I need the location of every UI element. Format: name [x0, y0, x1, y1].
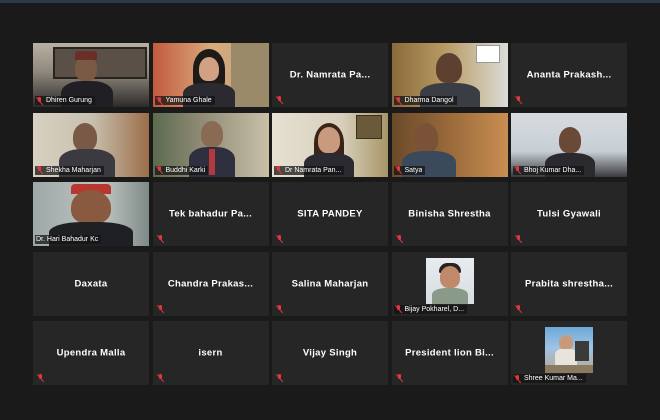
- participant-tile[interactable]: Shree Kumar Ma...: [511, 321, 627, 385]
- mic-off-icon: [157, 304, 165, 313]
- participant-tile[interactable]: Dr. Namrata Pa...: [272, 43, 388, 107]
- participant-name: Daxata: [74, 278, 108, 289]
- participant-name: Tulsi Gyawali: [537, 208, 601, 220]
- participant-tile[interactable]: Upendra Malla: [33, 321, 149, 385]
- participant-tile[interactable]: Binisha Shrestha: [391, 182, 508, 246]
- mic-off-icon: [515, 235, 523, 243]
- mic-off-icon: [157, 374, 165, 382]
- participant-tile[interactable]: Bhoj Kumar Dha...: [511, 112, 627, 177]
- participant-name-label: Buddhi Karki: [154, 165, 209, 175]
- participant-name: Binisha Shrestha: [408, 208, 491, 220]
- gallery-view: Dhiren Gurung Yamuna Ghale Dr. Namrata P…: [33, 43, 627, 385]
- mic-off-icon: [514, 374, 522, 383]
- participant-name: Vijay Singh: [302, 347, 358, 359]
- participant-tile-active-speaker[interactable]: Dr. Hari Bahadur Kc: [33, 182, 149, 246]
- window-top-bar: [0, 0, 660, 3]
- profile-photo: [425, 257, 474, 304]
- participant-name: Dr. Namrata Pa...: [289, 69, 371, 81]
- mic-off-icon: [514, 166, 522, 174]
- participant-tile[interactable]: Shekha Maharjan: [33, 112, 149, 177]
- participant-name: isern: [198, 347, 223, 359]
- participant-tile[interactable]: Yamuna Ghale: [152, 43, 269, 107]
- mic-off-icon: [395, 305, 403, 313]
- participant-tile[interactable]: Satya: [391, 112, 508, 177]
- mic-off-icon: [276, 96, 284, 104]
- participant-name-label: Dhiren Gurung: [35, 96, 95, 105]
- participant-name: Salina Maharjan: [291, 278, 369, 289]
- participant-tile[interactable]: President lion Bi...: [391, 321, 508, 385]
- mic-off-icon: [395, 96, 403, 105]
- participant-tile[interactable]: Dharma Dangol: [391, 43, 508, 107]
- participant-name-label: Bijay Pokharel, D...: [393, 304, 468, 314]
- mic-off-icon: [276, 235, 284, 243]
- participant-tile[interactable]: SITA PANDEY: [272, 182, 388, 246]
- participant-name: Tek bahadur Pa...: [168, 208, 253, 220]
- participant-name-label: Dharma Dangol: [393, 96, 457, 105]
- participant-name-label: Bhoj Kumar Dha...: [513, 165, 585, 175]
- participant-tile[interactable]: isern: [152, 321, 269, 385]
- mic-off-icon: [156, 166, 164, 174]
- participant-name: SITA PANDEY: [297, 208, 363, 220]
- participant-tile[interactable]: Tulsi Gyawali: [511, 182, 627, 246]
- participant-tile[interactable]: Dhiren Gurung: [33, 43, 149, 107]
- participant-name: Prabita shrestha...: [524, 278, 614, 289]
- profile-photo: [545, 327, 593, 373]
- participant-name-label: Satya: [393, 165, 426, 175]
- mic-off-icon: [396, 374, 404, 382]
- participant-tile[interactable]: Dr Namrata Pan...: [272, 112, 388, 177]
- participant-name-label: Shree Kumar Ma...: [513, 374, 586, 383]
- participant-name-label: Yamuna Ghale: [154, 96, 215, 105]
- mic-off-icon: [37, 374, 45, 382]
- mic-off-icon: [395, 166, 403, 174]
- participant-name-label: Shekha Maharjan: [35, 165, 104, 175]
- participant-tile[interactable]: Salina Maharjan: [272, 251, 388, 316]
- participant-name: Chandra Prakas...: [167, 278, 254, 289]
- mic-off-icon: [275, 166, 283, 174]
- mic-off-icon: [36, 166, 44, 174]
- participant-tile[interactable]: Buddhi Karki: [152, 112, 269, 177]
- mic-off-icon: [515, 304, 523, 313]
- participant-tile[interactable]: Chandra Prakas...: [152, 251, 269, 316]
- participant-tile[interactable]: Ananta Prakash...: [511, 43, 627, 107]
- mic-off-icon: [396, 235, 404, 243]
- mic-off-icon: [157, 235, 165, 243]
- participant-tile[interactable]: Tek bahadur Pa...: [152, 182, 269, 246]
- participant-tile[interactable]: Daxata: [33, 251, 149, 316]
- participant-name: Ananta Prakash...: [526, 69, 612, 81]
- participant-name: Upendra Malla: [56, 347, 126, 359]
- mic-off-icon: [156, 96, 164, 105]
- participant-name-label: Dr Namrata Pan...: [274, 165, 345, 175]
- mic-off-icon: [276, 304, 284, 313]
- participant-name-label: Dr. Hari Bahadur Kc: [35, 235, 102, 244]
- mic-off-icon: [36, 96, 44, 105]
- mic-off-icon: [276, 374, 284, 382]
- participant-name: President lion Bi...: [405, 347, 494, 359]
- mic-off-icon: [515, 96, 523, 104]
- participant-tile[interactable]: Bijay Pokharel, D...: [391, 251, 508, 316]
- participant-tile[interactable]: Vijay Singh: [272, 321, 388, 385]
- participant-tile[interactable]: Prabita shrestha...: [511, 251, 627, 316]
